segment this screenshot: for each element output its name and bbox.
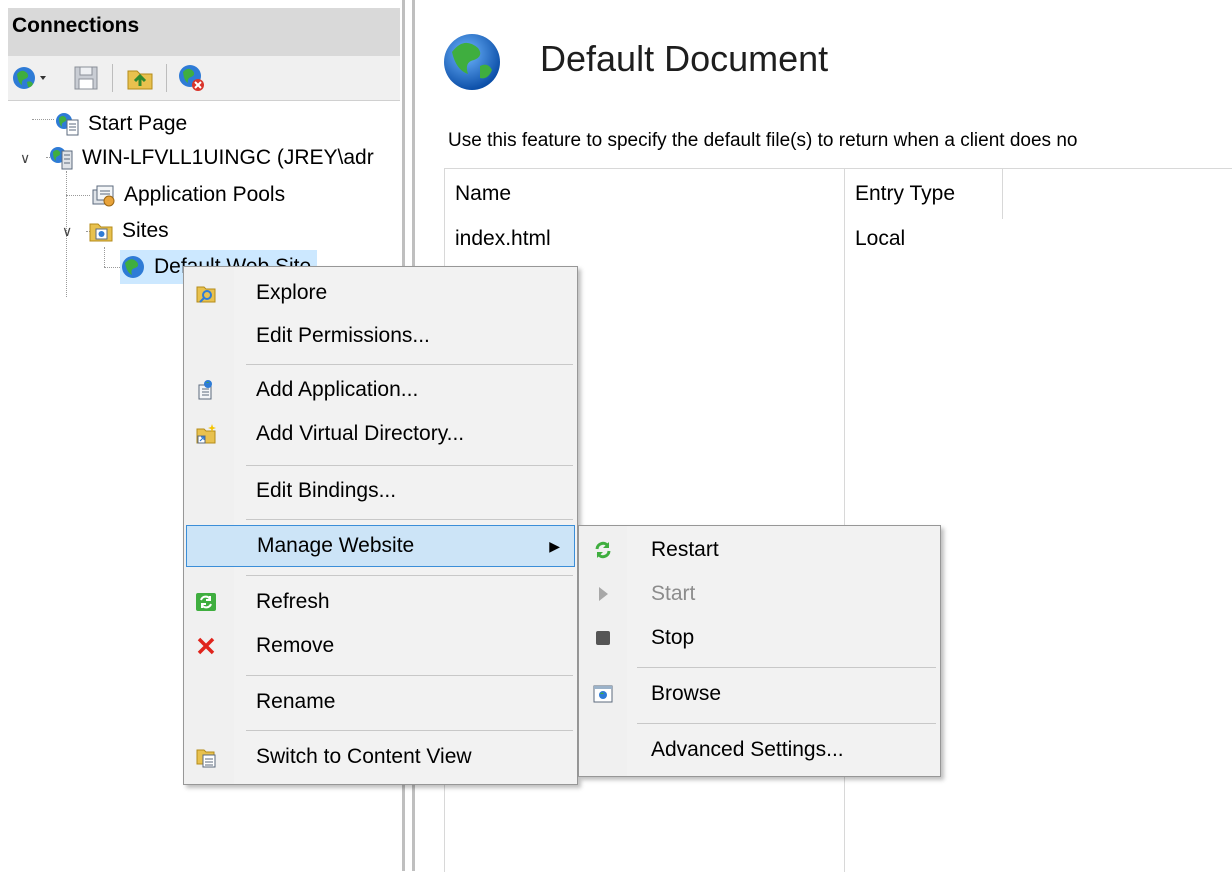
menu-item-label: Browse [651,682,722,705]
menu-item-label: Start [651,582,696,605]
menu-item-add-virtual-directory[interactable]: Add Virtual Directory... [186,413,575,455]
stop-icon [591,626,615,650]
feature-description: Use this feature to specify the default … [448,130,1078,151]
menu-item-refresh[interactable]: Refresh [186,581,575,623]
manage-website-submenu: Restart Start Stop Browse Advanced Setti… [578,525,941,777]
menu-item-browse[interactable]: Browse [581,673,938,715]
menu-item-label: Switch to Content View [256,745,472,768]
tree-connector [66,195,90,196]
column-header-name[interactable]: Name [445,169,845,219]
tree-item-label: Start Page [88,112,188,135]
menu-item-manage-website[interactable]: Manage Website ▶ [186,525,575,567]
tree-item-label: Application Pools [124,183,286,206]
globe-icon [122,256,144,278]
toolbar-separator [112,64,113,92]
add-virtual-directory-icon [194,422,218,446]
chevron-down-icon[interactable]: ∨ [62,223,80,240]
menu-item-label: Add Virtual Directory... [256,422,465,445]
menu-item-label: Restart [651,538,719,561]
menu-item-restart[interactable]: Restart [581,529,938,571]
tree-item-sites[interactable]: ∨ Sites [62,214,169,248]
up-level-button[interactable] [124,62,156,94]
connect-globe-icon [13,67,46,89]
folder-up-icon [127,70,153,90]
menu-separator [246,519,573,520]
menu-item-remove[interactable]: Remove [186,625,575,667]
tree-item-label: Sites [122,219,169,242]
refresh-icon [194,590,218,614]
save-icon [74,66,98,90]
toolbar-separator [166,64,167,92]
menu-item-label: Explore [256,281,328,304]
save-button[interactable] [70,62,102,94]
menu-separator [246,465,573,466]
menu-item-label: Refresh [256,590,330,613]
tree-item-label: WIN-LFVLL1UINGC (JREY\adr [82,146,374,169]
tree-item-application-pools[interactable]: Application Pools [90,178,285,212]
menu-item-label: Advanced Settings... [651,738,844,761]
play-icon [591,582,615,606]
remove-x-icon [194,634,218,658]
context-menu: Explore Edit Permissions... Add Applicat… [183,266,578,785]
add-application-icon [194,378,218,402]
menu-item-label: Rename [256,690,336,713]
column-header-entry-type[interactable]: Entry Type [845,169,1003,219]
tree-item-server[interactable]: ∨ WIN-LFVLL1UINGC (JREY\adr [20,141,374,175]
menu-item-label: Edit Permissions... [256,324,430,347]
connections-title: Connections [12,14,140,37]
submenu-arrow-icon: ▶ [549,537,560,554]
chevron-down-icon[interactable]: ∨ [20,150,42,167]
disconnect-button[interactable] [176,62,208,94]
app-pools-icon [92,185,115,207]
sites-folder-icon [89,223,113,242]
connect-dropdown-button[interactable] [10,62,54,94]
menu-item-edit-permissions[interactable]: Edit Permissions... [186,315,575,357]
disconnect-icon [179,65,204,91]
menu-separator [246,364,573,365]
tree-connector [104,247,105,267]
page-title: Default Document [540,38,829,79]
menu-item-rename[interactable]: Rename [186,681,575,723]
menu-item-label: Add Application... [256,378,419,401]
menu-item-advanced-settings[interactable]: Advanced Settings... [581,729,938,771]
content-view-icon [194,745,218,769]
menu-separator [637,723,936,724]
menu-item-label: Manage Website [257,534,415,557]
menu-separator [637,667,936,668]
restart-icon [591,538,615,562]
menu-item-label: Edit Bindings... [256,479,397,502]
tree-connector [32,119,54,120]
menu-separator [246,575,573,576]
menu-item-stop[interactable]: Stop [581,617,938,659]
explore-icon [194,281,218,305]
menu-separator [246,730,573,731]
menu-item-label: Stop [651,626,695,649]
table-row-name[interactable]: index.html [455,227,551,251]
server-icon [50,147,73,170]
feature-globe-icon [440,30,504,94]
menu-item-add-application[interactable]: Add Application... [186,369,575,411]
menu-item-start[interactable]: Start [581,573,938,615]
menu-item-label: Remove [256,634,335,657]
menu-item-edit-bindings[interactable]: Edit Bindings... [186,470,575,512]
menu-item-switch-content-view[interactable]: Switch to Content View [186,736,575,778]
menu-item-explore[interactable]: Explore [186,272,575,314]
table-row-entry-type[interactable]: Local [855,227,905,251]
menu-separator [246,675,573,676]
default-document-icon [444,34,500,90]
connections-toolbar [8,56,400,101]
tree-item-start-page[interactable]: Start Page [54,107,187,141]
start-page-icon [56,113,79,136]
browse-icon [591,682,615,706]
